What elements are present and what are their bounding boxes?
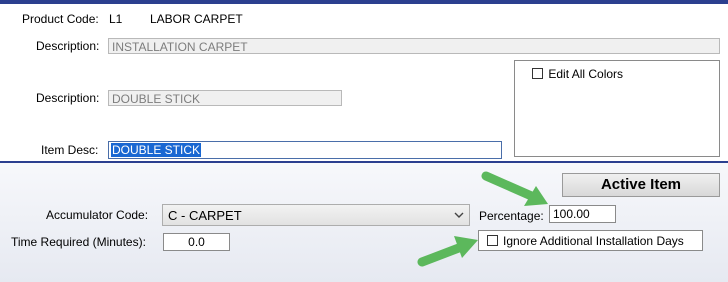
active-item-button[interactable]: Active Item (562, 173, 720, 197)
edit-all-colors-label: Edit All Colors (548, 66, 624, 81)
checkbox-icon[interactable] (532, 68, 543, 80)
time-required-label: Time Required (Minutes): (11, 235, 146, 249)
accumulator-code-label: Accumulator Code: (46, 208, 149, 222)
product-name: LABOR CARPET (150, 12, 243, 26)
green-arrow-icon (417, 236, 478, 267)
description2-field[interactable]: DOUBLE STICK (108, 90, 342, 106)
description1-label: Description: (36, 39, 100, 53)
product-code-label: Product Code: (22, 12, 99, 26)
checkbox-icon[interactable] (487, 235, 498, 246)
percentage-input[interactable]: 100.00 (549, 205, 616, 223)
accumulator-code-select[interactable]: C - CARPET (162, 204, 470, 226)
chevron-down-icon[interactable] (453, 208, 465, 222)
green-arrow-icon (481, 171, 548, 206)
description2-label: Description: (36, 91, 100, 105)
item-desc-input[interactable]: DOUBLE STICK (108, 141, 502, 159)
product-code-value: L1 (109, 12, 123, 26)
description1-field[interactable]: INSTALLATION CARPET (108, 38, 720, 54)
colors-panel: Edit All Colors (514, 60, 720, 157)
ignore-days-label: Ignore Additional Installation Days (503, 234, 684, 248)
time-required-input[interactable]: 0.0 (163, 233, 230, 251)
edit-all-colors-checkbox[interactable]: Edit All Colors (532, 66, 623, 81)
accumulator-code-value: C - CARPET (168, 208, 242, 223)
item-desc-selected-text: DOUBLE STICK (111, 143, 202, 157)
item-desc-label: Item Desc: (41, 143, 99, 157)
ignore-days-checkbox[interactable]: Ignore Additional Installation Days (478, 230, 703, 251)
